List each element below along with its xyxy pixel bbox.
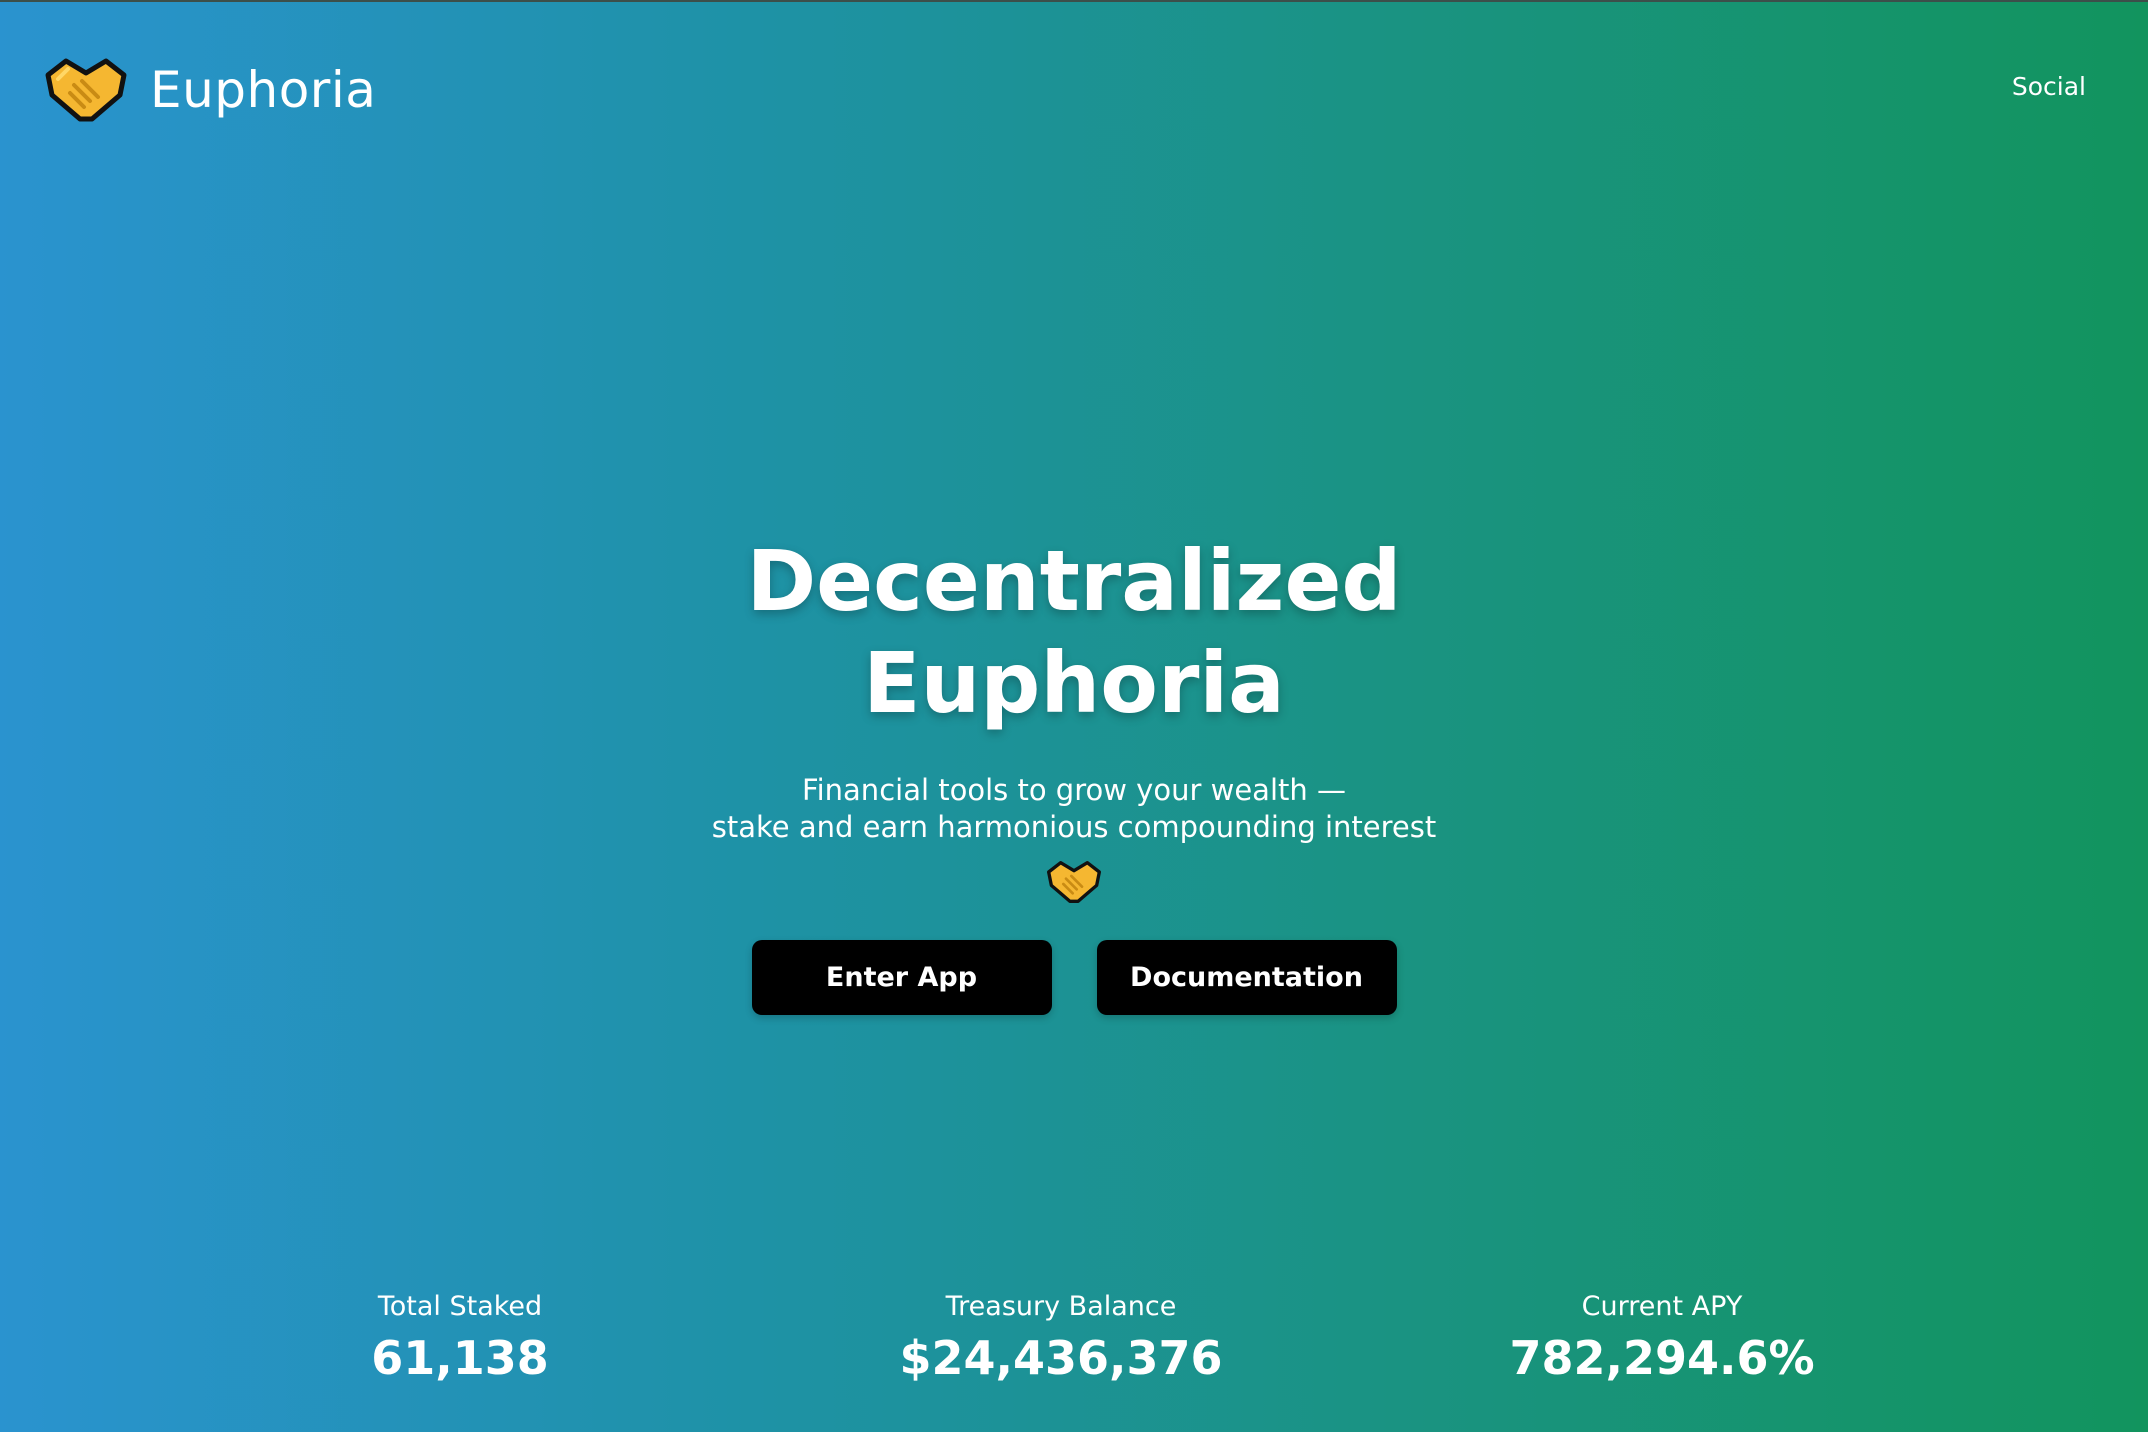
stats-section: Total Staked 61,138 Treasury Balance $24… (0, 1290, 2148, 1410)
hero-title-line2: Euphoria (863, 634, 1285, 732)
hero-title: Decentralized Euphoria (0, 530, 2148, 734)
handshake-icon (44, 55, 128, 125)
hero-title-line1: Decentralized (746, 532, 1402, 630)
stat-label: Current APY (1581, 1291, 1743, 1322)
stat-value: 782,294.6% (1509, 1331, 1815, 1385)
stat-value: $24,436,376 (899, 1331, 1223, 1385)
hero-subtitle-line2: stake and earn harmonious compounding in… (711, 810, 1437, 844)
stat-total-staked: Total Staked 61,138 (210, 1290, 710, 1384)
stat-label: Total Staked (377, 1291, 543, 1322)
hero-actions: Enter App Documentation (0, 940, 2148, 1015)
stat-label: Treasury Balance (945, 1291, 1177, 1322)
documentation-button[interactable]: Documentation (1096, 940, 1397, 1015)
site-header: Euphoria Social (0, 0, 2148, 180)
stat-treasury-balance: Treasury Balance $24,436,376 (811, 1290, 1311, 1384)
handshake-icon (1046, 858, 1102, 906)
enter-app-button[interactable]: Enter App (751, 940, 1052, 1015)
hero-subtitle: Financial tools to grow your wealth — st… (0, 772, 2148, 846)
brand-name: Euphoria (150, 61, 377, 119)
hero-subtitle-line1: Financial tools to grow your wealth — (802, 773, 1346, 807)
hero-section: Decentralized Euphoria Financial tools t… (0, 530, 2148, 1015)
stat-value: 61,138 (371, 1331, 549, 1385)
nav-social-link[interactable]: Social (2012, 72, 2086, 101)
stat-current-apy: Current APY 782,294.6% (1412, 1290, 1912, 1384)
brand-home-link[interactable]: Euphoria (44, 55, 376, 125)
